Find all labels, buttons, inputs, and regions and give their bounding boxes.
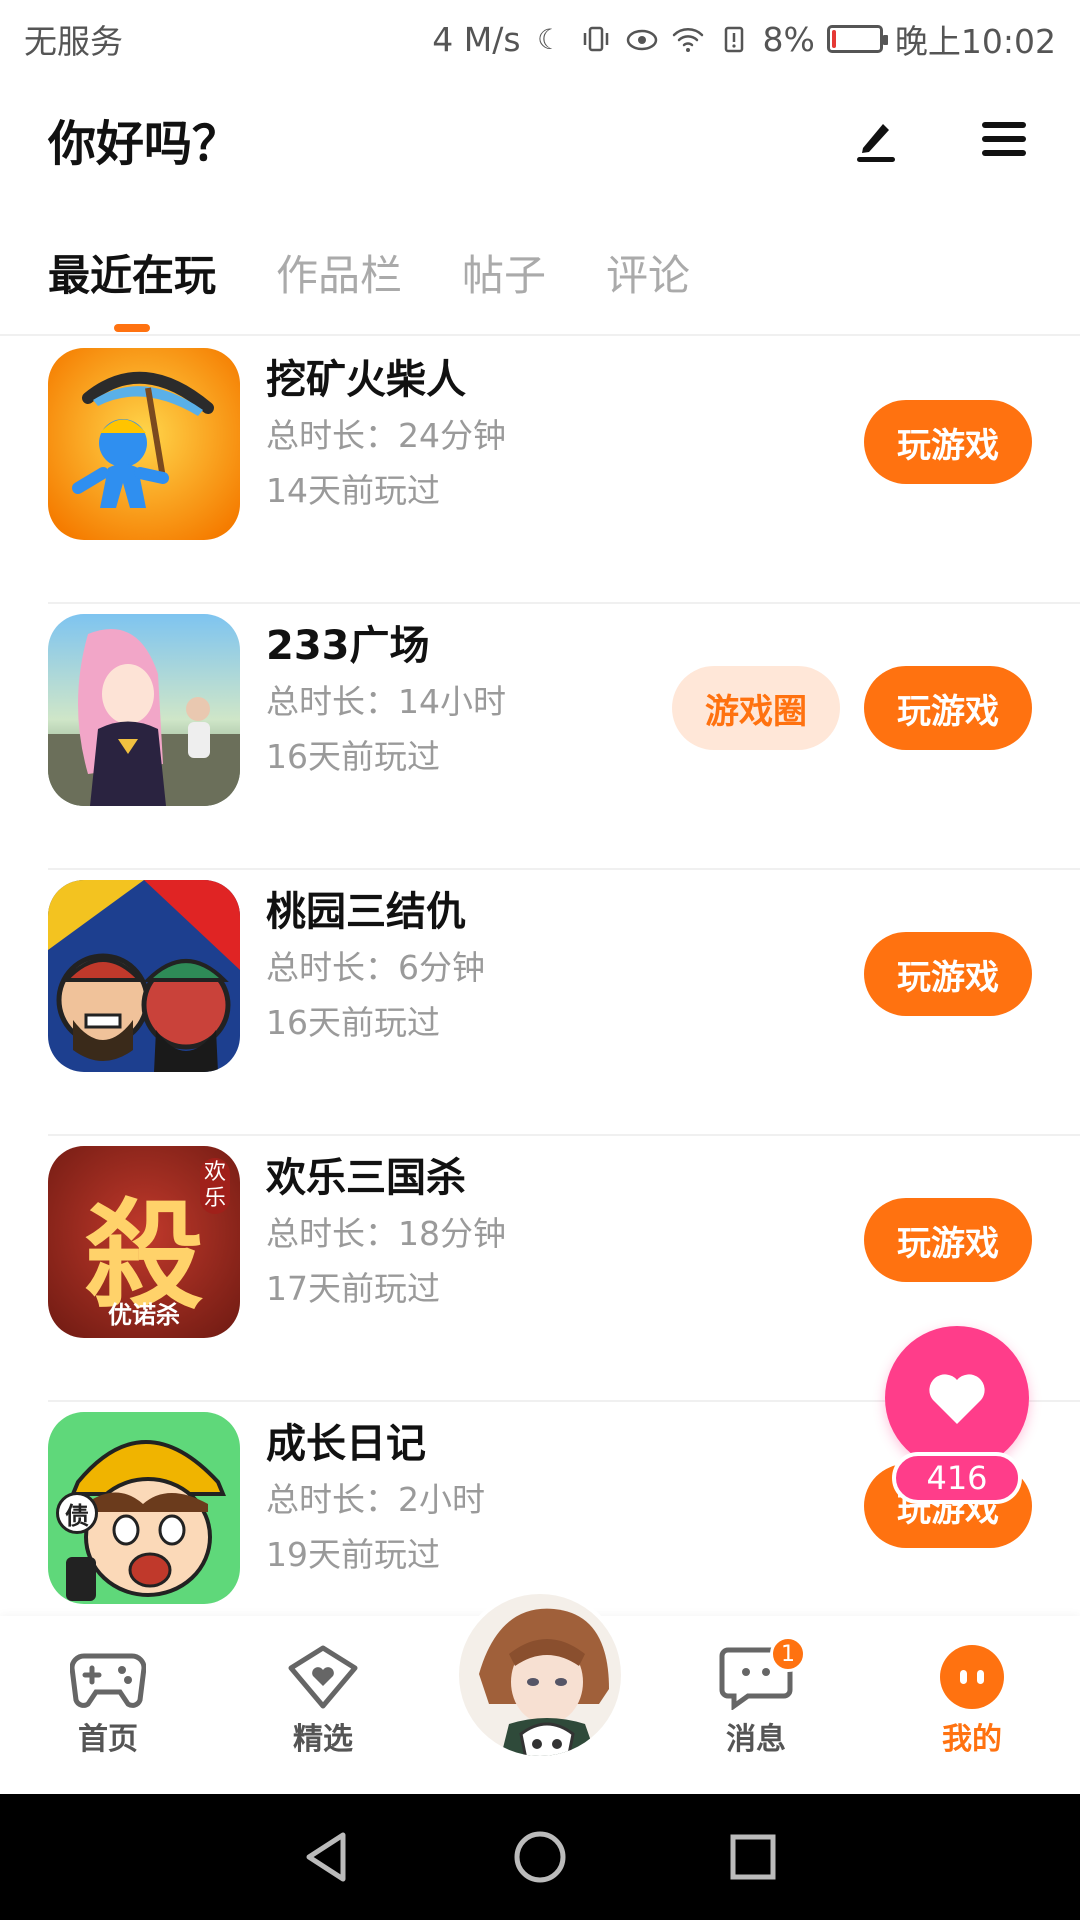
like-fab[interactable] <box>885 1326 1029 1470</box>
play-duration: 总时长：24分钟 <box>266 416 506 455</box>
game-icon <box>48 614 240 806</box>
tab-posts[interactable]: 帖子 <box>462 232 546 336</box>
tab-works[interactable]: 作品栏 <box>276 232 402 336</box>
game-info: 挖矿火柴人 总时长：24分钟 14天前玩过 <box>266 352 506 518</box>
battery-icon <box>826 25 888 53</box>
tab-label: 最近在玩 <box>48 251 217 300</box>
page-header: 你好吗？ <box>0 78 1080 200</box>
game-name: 挖矿火柴人 <box>266 357 466 403</box>
center-avatar[interactable] <box>455 1590 625 1760</box>
carrier-text: 无服务 <box>24 22 123 61</box>
game-icon <box>48 348 240 540</box>
nav-label: 精选 <box>293 1722 353 1757</box>
gamepad-icon <box>70 1653 146 1708</box>
game-icon: 殺 欢乐 优诺杀 <box>48 1146 240 1338</box>
net-speed: 4 M/s <box>432 19 521 59</box>
play-game-button[interactable]: 玩游戏 <box>864 1198 1032 1282</box>
play-game-button[interactable]: 玩游戏 <box>864 666 1032 750</box>
list-item[interactable]: 挖矿火柴人 总时长：24分钟 14天前玩过 玩游戏 <box>48 338 1080 604</box>
heart-chat-icon <box>288 1645 358 1709</box>
edit-icon <box>857 124 895 162</box>
header-actions <box>848 111 1032 167</box>
list-item[interactable]: 233广场 总时长：14小时 16天前玩过 游戏圈 玩游戏 <box>48 604 1080 870</box>
game-icon: 债 <box>48 1412 240 1604</box>
game-info: 欢乐三国杀 总时长：18分钟 17天前玩过 <box>266 1150 506 1316</box>
thumb-tag: 欢乐 <box>200 1158 230 1214</box>
status-icons: 4 M/s ☾ 8% 晚上10:02 <box>432 15 1056 63</box>
system-nav-bar <box>0 1794 1080 1920</box>
tab-label: 帖子 <box>462 251 547 300</box>
nav-mine[interactable]: 我的 <box>892 1644 1052 1758</box>
game-info: 桃园三结仇 总时长：6分钟 16天前玩过 <box>266 884 485 1050</box>
play-duration: 总时长：6分钟 <box>266 948 485 987</box>
moon-icon: ☾ <box>536 22 563 56</box>
last-played: 14天前玩过 <box>266 471 440 510</box>
battery-alert-icon <box>717 22 751 56</box>
message-icon-wrap: 1 <box>718 1636 806 1711</box>
tab-label: 评论 <box>606 251 691 300</box>
back-icon[interactable] <box>299 1829 355 1885</box>
nav-messages[interactable]: 1 消息 <box>676 1636 836 1758</box>
play-game-button[interactable]: 玩游戏 <box>864 932 1032 1016</box>
tab-recently-played[interactable]: 最近在玩 <box>48 232 216 336</box>
last-played: 16天前玩过 <box>266 737 440 776</box>
nav-home[interactable]: 首页 <box>28 1644 188 1758</box>
game-name: 欢乐三国杀 <box>266 1155 466 1201</box>
avatar <box>459 1594 621 1756</box>
game-info: 233广场 总时长：14小时 16天前玩过 <box>266 618 506 784</box>
unread-badge: 1 <box>770 1636 806 1672</box>
recents-icon[interactable] <box>725 1829 781 1885</box>
last-played: 16天前玩过 <box>266 1003 440 1042</box>
tab-comments[interactable]: 评论 <box>606 232 690 336</box>
clock: 晚上10:02 <box>894 22 1056 61</box>
status-bar: 无服务 4 M/s ☾ 8% 晚上10:02 <box>0 0 1080 78</box>
nav-label: 我的 <box>942 1722 1002 1757</box>
game-icon <box>48 880 240 1072</box>
menu-icon <box>982 122 1026 156</box>
last-played: 19天前玩过 <box>266 1535 440 1574</box>
eye-icon <box>625 22 659 56</box>
game-circle-button[interactable]: 游戏圈 <box>672 666 840 750</box>
game-name: 桃园三结仇 <box>266 889 466 935</box>
thumb-badge: 债 <box>56 1492 98 1534</box>
play-game-button[interactable]: 玩游戏 <box>864 400 1032 484</box>
play-duration: 总时长：18分钟 <box>266 1214 506 1253</box>
wifi-icon <box>671 22 705 56</box>
game-name: 233广场 <box>266 623 430 669</box>
heart-icon <box>929 1374 985 1424</box>
like-count: 416 <box>892 1452 1022 1504</box>
last-played: 17天前玩过 <box>266 1269 440 1308</box>
home-icon[interactable] <box>512 1829 568 1885</box>
play-duration: 总时长：14小时 <box>266 682 506 721</box>
list-item[interactable]: 桃园三结仇 总时长：6分钟 16天前玩过 玩游戏 <box>48 870 1080 1136</box>
game-info: 成长日记 总时长：2小时 19天前玩过 <box>266 1416 485 1582</box>
nav-featured[interactable]: 精选 <box>243 1644 403 1758</box>
battery-level <box>831 30 836 48</box>
nav-label: 消息 <box>726 1722 786 1757</box>
battery-percent: 8% <box>762 19 815 59</box>
profile-tabs: 最近在玩 作品栏 帖子 评论 <box>0 232 1080 336</box>
nav-label: 首页 <box>78 1722 138 1757</box>
vibrate-icon <box>579 22 613 56</box>
game-name: 成长日记 <box>266 1421 426 1467</box>
menu-button[interactable] <box>976 111 1032 167</box>
thumb-subtitle: 优诺杀 <box>108 1301 180 1329</box>
edit-button[interactable] <box>848 111 904 167</box>
tab-label: 作品栏 <box>276 251 403 300</box>
profile-face-icon <box>940 1645 1004 1709</box>
page-title: 你好吗？ <box>48 116 241 172</box>
tab-indicator <box>114 324 150 332</box>
play-duration: 总时长：2小时 <box>266 1480 485 1519</box>
